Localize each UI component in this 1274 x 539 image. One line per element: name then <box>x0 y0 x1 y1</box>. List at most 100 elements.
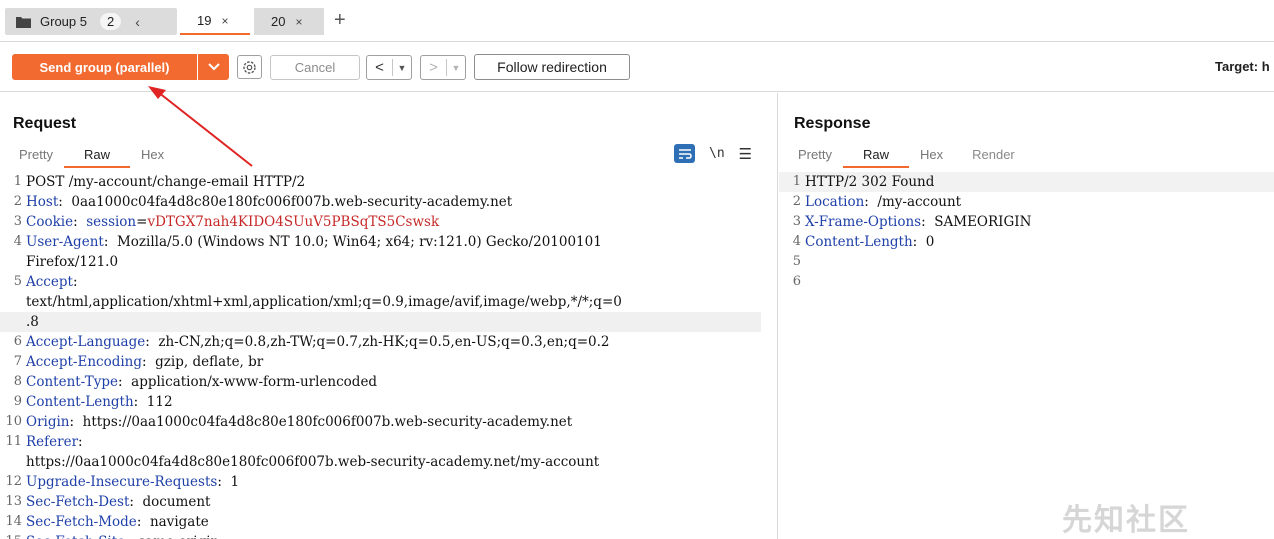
code-line: 10 Origin: https://0aa1000c04fa4d8c80e180… <box>0 412 761 432</box>
code-line: 15Sec-Fetch-Site: same-origin <box>0 532 761 539</box>
header-value: : 0aa1000c04fa4d8c80e180fc006f007b.web-s… <box>58 194 513 210</box>
header-value: POST /my-account/change-email HTTP/2 <box>26 174 306 190</box>
tab-raw[interactable]: Raw <box>63 146 130 168</box>
code-text: Origin: https://0aa1000c04fa4d8c80e180fc… <box>26 412 572 432</box>
forward-button[interactable]: > ▼ <box>420 55 466 80</box>
tab-19[interactable]: 19 × <box>180 8 250 35</box>
header-name: Accept-Encoding <box>26 354 143 370</box>
code-line: 7 Accept-Encoding: gzip, deflate, br <box>0 352 761 372</box>
code-line: 8 Content-Type: application/x-www-form-ur… <box>0 372 761 392</box>
code-line: 2 Host: 0aa1000c04fa4d8c80e180fc006f007b.… <box>0 192 761 212</box>
code-line: 6 Accept-Language: zh-CN,zh;q=0.8,zh-TW;q… <box>0 332 761 352</box>
header-value: : navigate <box>136 514 209 530</box>
newline-icon[interactable]: \n <box>709 146 725 161</box>
header-value: Firefox/121.0 <box>26 254 119 270</box>
header-value: : document <box>129 494 211 510</box>
code-text: Sec-Fetch-Dest: document <box>26 492 210 512</box>
close-icon[interactable]: × <box>295 15 302 29</box>
header-value: : 0 <box>912 234 935 250</box>
word-wrap-icon[interactable] <box>674 144 695 163</box>
send-options-dropdown[interactable] <box>198 54 229 80</box>
send-group-button[interactable]: Send group (parallel) <box>12 54 197 80</box>
code-line: 5 Accept: <box>0 272 761 292</box>
request-editor-options: \n ☰ <box>674 144 752 163</box>
code-text: Accept-Encoding: gzip, deflate, br <box>26 352 263 372</box>
code-text: Upgrade-Insecure-Requests: 1 <box>26 472 239 492</box>
header-name: Accept-Language <box>26 334 146 350</box>
header-value: : 112 <box>133 394 173 410</box>
target-label[interactable]: Target: h <box>1215 59 1270 74</box>
code-text: HTTP/2 302 Found <box>805 172 934 192</box>
tab-pretty[interactable]: Pretty <box>787 146 843 168</box>
tab-group-5[interactable]: Group 5 2 ‹ <box>5 8 177 35</box>
tab-label: 19 <box>197 13 212 28</box>
header-value: : Mozilla/5.0 (Windows NT 10.0; Win64; x… <box>103 234 602 250</box>
header-name: Content-Length <box>26 394 134 410</box>
chevron-down-icon[interactable]: ▼ <box>447 63 465 73</box>
line-number: 15 <box>0 532 26 539</box>
code-line: 5 <box>779 252 1274 272</box>
code-text: Accept: <box>26 272 78 292</box>
line-number: 4 <box>792 234 801 249</box>
header-value: : SAMEORIGIN <box>921 214 1032 230</box>
tab-raw[interactable]: Raw <box>842 146 909 168</box>
header-name: Cookie <box>26 214 74 230</box>
line-number: 2 <box>792 194 801 209</box>
code-text: Accept-Language: zh-CN,zh;q=0.8,zh-TW;q=… <box>26 332 610 352</box>
cancel-button[interactable]: Cancel <box>270 55 360 80</box>
header-name: Accept <box>26 274 73 290</box>
header-name: Sec-Fetch-Mode <box>26 514 137 530</box>
response-view-tabs: Pretty Raw Hex Render <box>787 146 1026 168</box>
menu-icon[interactable]: ☰ <box>739 145 752 163</box>
tab-bar: Group 5 2 ‹ 19 × 20 × + <box>0 0 1274 42</box>
line-number: 3 <box>792 214 801 229</box>
header-value: : <box>78 434 83 450</box>
code-line: 4 User-Agent: Mozilla/5.0 (Windows NT 10.… <box>0 232 761 252</box>
code-line: 12 Upgrade-Insecure-Requests: 1 <box>0 472 761 492</box>
code-line: text/html,application/xhtml+xml,applicat… <box>0 292 761 312</box>
code-line: 3 X-Frame-Options: SAMEORIGIN <box>779 212 1274 232</box>
tab-pretty[interactable]: Pretty <box>8 146 64 168</box>
tab-20[interactable]: 20 × <box>254 8 324 35</box>
code-text: POST /my-account/change-email HTTP/2 <box>26 172 305 192</box>
header-value: : https://0aa1000c04fa4d8c80e180fc006f00… <box>69 414 573 430</box>
header-name: Sec-Fetch-Dest <box>26 494 130 510</box>
header-name: Content-Type <box>26 374 119 390</box>
code-line: 1 POST /my-account/change-email HTTP/2 <box>0 172 761 192</box>
code-text: Cookie: session=vDTGX7nah4KIDO4SUuV5PBSq… <box>26 212 439 232</box>
tab-render[interactable]: Render <box>954 146 1026 168</box>
settings-button[interactable] <box>237 55 262 79</box>
code-line: 1 HTTP/2 302 Found <box>779 172 1274 192</box>
tab-hex[interactable]: Hex <box>130 146 175 168</box>
header-value: : 1 <box>217 474 240 490</box>
line-number: 10 <box>5 414 22 429</box>
add-tab-icon[interactable]: + <box>334 9 346 32</box>
code-line: 4 Content-Length: 0 <box>779 232 1274 252</box>
code-line: 6 <box>779 272 1274 292</box>
tab-hex[interactable]: Hex <box>909 146 954 168</box>
code-text: .8 <box>26 312 39 332</box>
header-name: User-Agent <box>26 234 104 250</box>
chevron-down-icon[interactable]: ▼ <box>393 63 411 73</box>
code-text: Referer: <box>26 432 83 452</box>
line-number: 2 <box>13 194 22 209</box>
close-icon[interactable]: × <box>221 14 228 28</box>
request-view-tabs: Pretty Raw Hex <box>8 146 175 168</box>
chevron-left-icon[interactable]: ‹ <box>135 14 140 30</box>
header-value: : application/x-www-form-urlencoded <box>118 374 378 390</box>
line-number: 1 <box>792 174 801 189</box>
gear-icon <box>243 60 256 74</box>
code-text: Host: 0aa1000c04fa4d8c80e180fc006f007b.w… <box>26 192 512 212</box>
line-number: 12 <box>5 474 22 489</box>
response-editor[interactable]: 1 HTTP/2 302 Found 2 Location: /my-account 3… <box>779 172 1274 539</box>
follow-redirection-button[interactable]: Follow redirection <box>474 54 630 80</box>
request-editor[interactable]: 1 POST /my-account/change-email HTTP/2 2 Ho… <box>0 172 761 539</box>
header-value: text/html,application/xhtml+xml,applicat… <box>26 294 622 310</box>
back-button[interactable]: < ▼ <box>366 55 412 80</box>
line-number: 8 <box>13 374 22 389</box>
line-number <box>0 312 26 332</box>
line-number <box>0 292 26 312</box>
header-name: Upgrade-Insecure-Requests <box>26 474 218 490</box>
code-line: 11 Referer: <box>0 432 761 452</box>
line-number: 3 <box>13 214 22 229</box>
